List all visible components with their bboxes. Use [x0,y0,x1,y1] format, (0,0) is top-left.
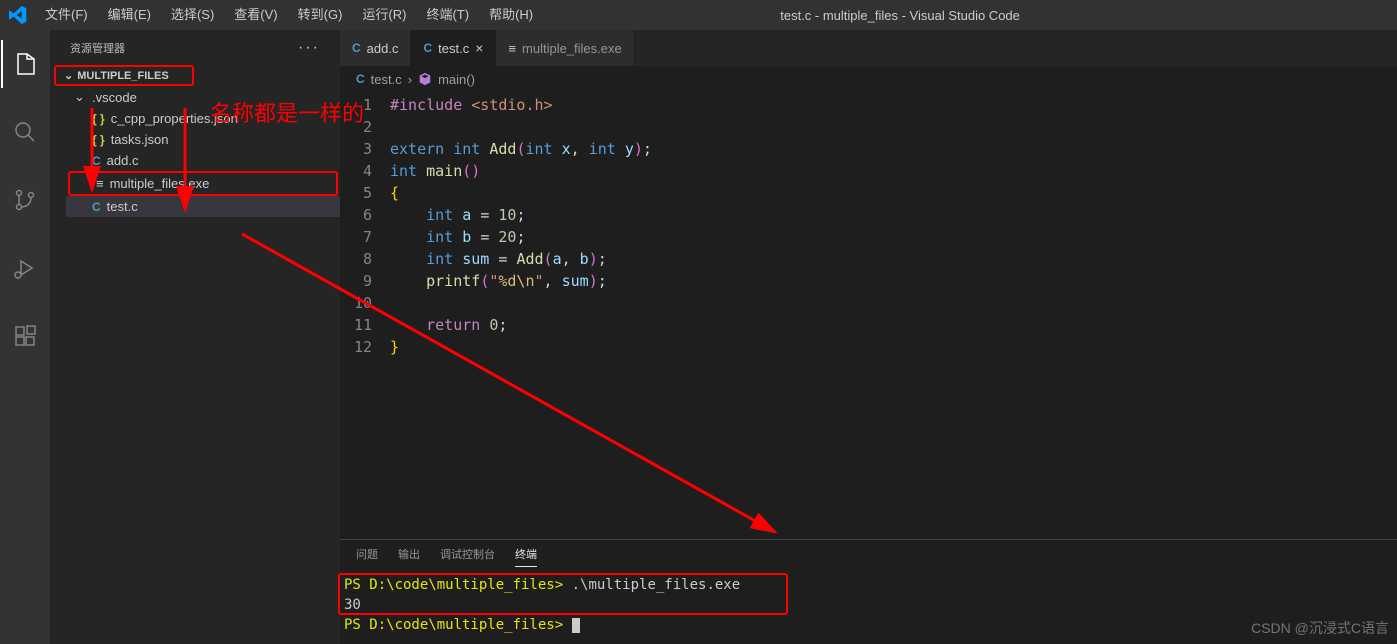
tab-exe[interactable]: ≡ multiple_files.exe [496,30,634,66]
terminal-prompt: PS D:\code\multiple_files> [344,617,563,633]
exe-file-icon: ≡ [96,176,104,191]
editor-area: C add.c C test.c × ≡ multiple_files.exe … [340,30,1397,644]
panel-tab-output[interactable]: 输出 [398,546,420,567]
exe-file-icon: ≡ [508,41,516,56]
breadcrumb-file: test.c [371,72,402,87]
menu-help[interactable]: 帮助(H) [479,0,543,30]
chevron-down-icon: ⌄ [64,69,73,82]
breadcrumb[interactable]: C test.c › main() [340,66,1397,92]
menu-file[interactable]: 文件(F) [35,0,98,30]
panel-tab-debug-console[interactable]: 调试控制台 [440,546,495,567]
menu-run[interactable]: 运行(R) [352,0,416,30]
menu-bar: 文件(F) 编辑(E) 选择(S) 查看(V) 转到(G) 运行(R) 终端(T… [35,0,543,30]
tree-label: add.c [107,153,139,168]
close-icon[interactable]: × [475,40,483,56]
panel-tab-problems[interactable]: 问题 [356,546,378,567]
tab-label: add.c [367,41,399,56]
extensions-icon[interactable] [1,312,49,360]
folder-name: MULTIPLE_FILES [77,70,168,82]
search-icon[interactable] [1,108,49,156]
tree-file-test-c[interactable]: C test.c [66,196,340,217]
vscode-icon [0,6,35,24]
c-file-icon: C [356,72,365,86]
tree-file-add-c[interactable]: C add.c [66,150,340,171]
tree-label: tasks.json [111,132,169,147]
watermark: CSDN @沉浸式C语言 [1251,618,1389,638]
source-control-icon[interactable] [1,176,49,224]
sidebar-title: 资源管理器 [70,40,125,56]
window-title: test.c - multiple_files - Visual Studio … [543,8,1257,23]
cube-icon [418,72,432,86]
tree-file-exe[interactable]: ≡ multiple_files.exe [68,171,338,196]
c-file-icon: C [92,200,101,214]
panel-tab-terminal[interactable]: 终端 [515,546,537,567]
tab-test-c[interactable]: C test.c × [411,30,496,66]
menu-terminal[interactable]: 终端(T) [416,0,479,30]
tree-label: multiple_files.exe [110,176,210,191]
tab-label: multiple_files.exe [522,41,622,56]
debug-icon[interactable] [1,244,49,292]
explorer-icon[interactable] [1,40,49,88]
terminal-cursor [572,618,580,633]
tree-label: test.c [107,199,138,214]
tab-add-c[interactable]: C add.c [340,30,411,66]
folder-header[interactable]: ⌄ MULTIPLE_FILES [54,65,194,86]
gutter: 123456789101112 [340,92,390,539]
breadcrumb-sep: › [408,72,412,87]
json-icon: { } [92,112,105,126]
json-icon: { } [92,133,105,147]
c-file-icon: C [352,41,361,55]
menu-goto[interactable]: 转到(G) [288,0,353,30]
activity-bar [0,30,50,644]
code-content[interactable]: #include <stdio.h> extern int Add(int x,… [390,92,1397,539]
menu-select[interactable]: 选择(S) [161,0,224,30]
sidebar-more-icon[interactable]: ··· [298,39,320,57]
panel: 问题 输出 调试控制台 终端 PS D:\code\multiple_files… [340,539,1397,644]
c-file-icon: C [92,154,101,168]
tabs: C add.c C test.c × ≡ multiple_files.exe [340,30,1397,66]
tree-file-tasks[interactable]: { } tasks.json [66,129,340,150]
chevron-down-icon: ⌄ [74,89,86,105]
menu-edit[interactable]: 编辑(E) [98,0,161,30]
tree-label: .vscode [92,90,137,105]
tab-label: test.c [438,41,469,56]
editor[interactable]: 123456789101112 #include <stdio.h> exter… [340,92,1397,539]
menu-view[interactable]: 查看(V) [224,0,287,30]
titlebar: 文件(F) 编辑(E) 选择(S) 查看(V) 转到(G) 运行(R) 终端(T… [0,0,1397,30]
breadcrumb-symbol: main() [438,72,475,87]
c-file-icon: C [423,41,432,55]
annotation-text: 名称都是一样的 [210,96,364,128]
terminal[interactable]: PS D:\code\multiple_files> .\multiple_fi… [340,573,1397,637]
